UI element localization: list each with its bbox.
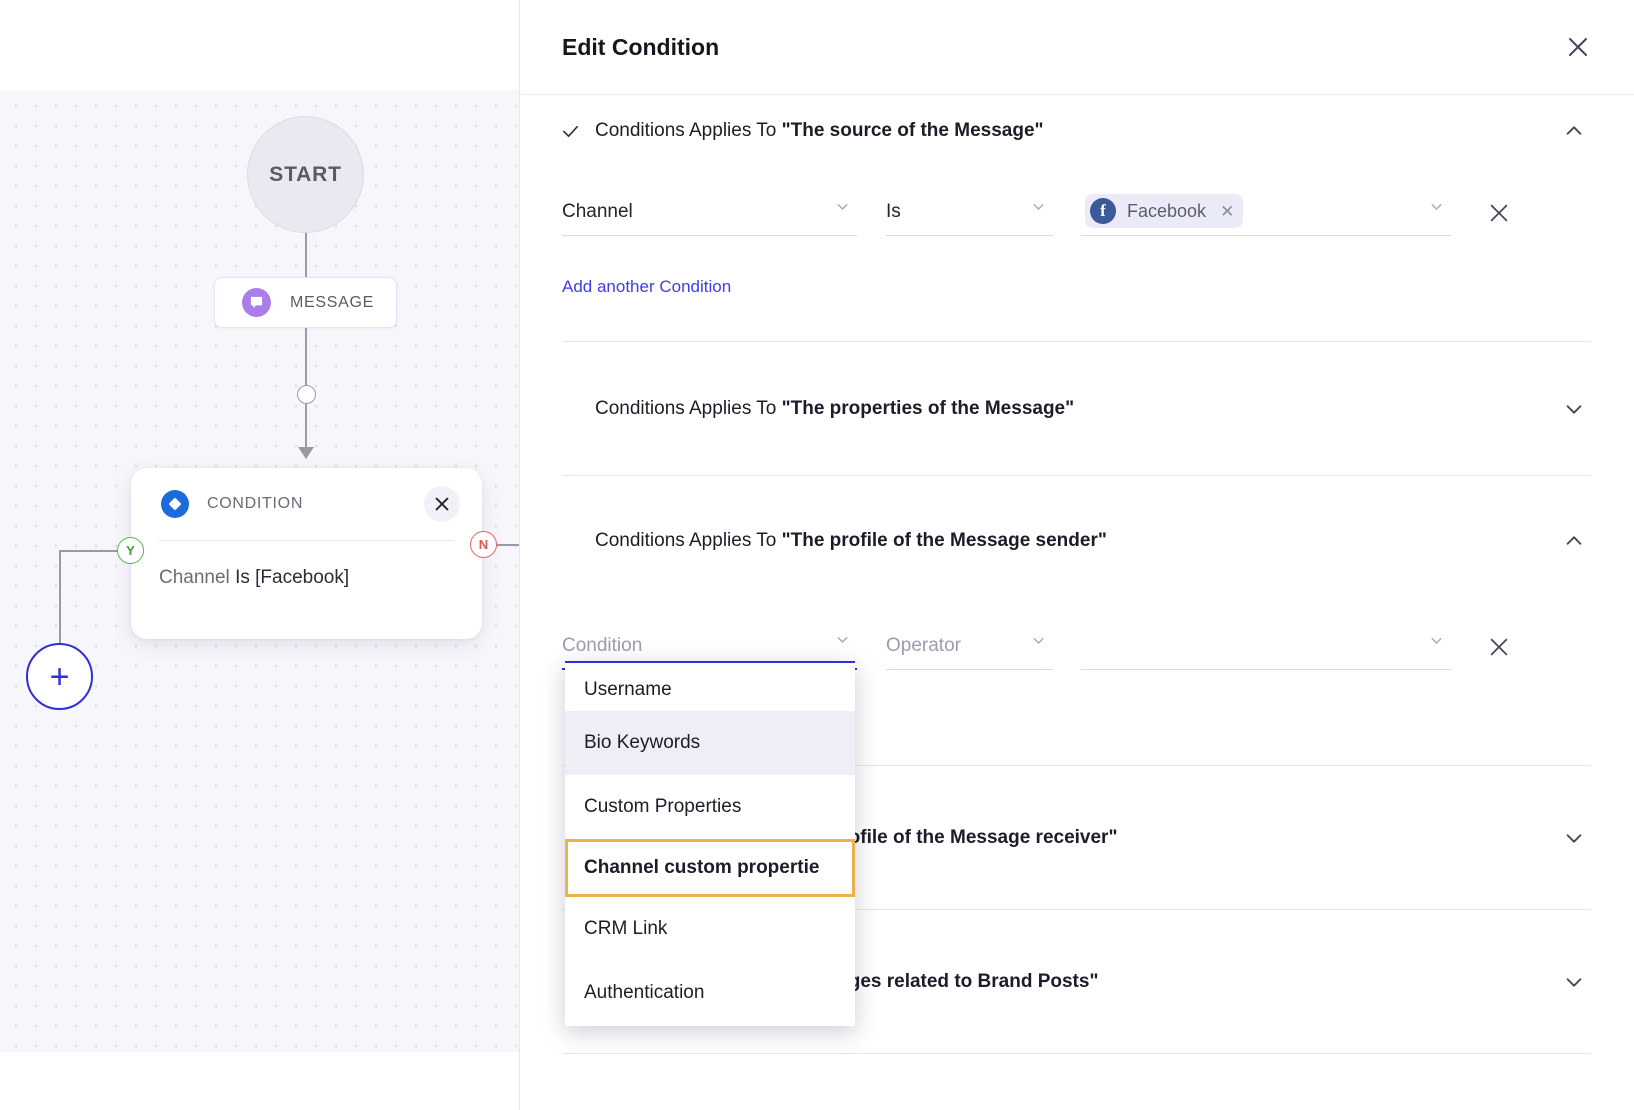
chevron-down-icon bbox=[1030, 632, 1047, 654]
condition-card-title: CONDITION bbox=[207, 495, 304, 512]
condition-row-source: Channel Is f Facebook ✕ bbox=[521, 189, 1634, 236]
close-icon[interactable]: ✕ bbox=[1220, 203, 1234, 220]
channel-chip-facebook[interactable]: f Facebook ✕ bbox=[1085, 194, 1244, 228]
chevron-down-icon bbox=[1030, 198, 1047, 220]
flow-connector-dot[interactable] bbox=[297, 385, 316, 404]
add-node-button[interactable]: + bbox=[26, 643, 93, 710]
field-select-channel[interactable]: Channel bbox=[562, 189, 857, 236]
check-icon bbox=[562, 123, 595, 140]
section-target: "The profile of the Message sender" bbox=[781, 529, 1107, 551]
dropdown-option-label: Username bbox=[584, 679, 672, 700]
remove-condition-row-source[interactable] bbox=[1451, 201, 1511, 236]
section-prefix: Conditions Applies To bbox=[595, 397, 782, 419]
plus-icon: + bbox=[49, 657, 70, 696]
port-no-label: N bbox=[478, 537, 489, 552]
chevron-down-icon bbox=[834, 198, 851, 220]
dropdown-option-crm-link[interactable]: CRM Link bbox=[565, 897, 855, 961]
chevron-down-icon[interactable] bbox=[1557, 827, 1591, 849]
app-root: START MESSAGE CONDITION Channel Is [Face… bbox=[0, 0, 1634, 1110]
chevron-down-icon bbox=[1428, 632, 1445, 654]
section-properties-of-message: Conditions Applies To "The properties of… bbox=[521, 342, 1634, 475]
dropdown-option-authentication[interactable]: Authentication bbox=[565, 961, 855, 1025]
condition-summary-field: Channel bbox=[159, 567, 236, 588]
section-divider-5 bbox=[562, 1053, 1591, 1054]
flow-canvas-pane: START MESSAGE CONDITION Channel Is [Face… bbox=[0, 0, 520, 1110]
section-header-properties[interactable]: Conditions Applies To "The properties of… bbox=[562, 342, 1591, 475]
condition-options-dropdown[interactable]: Username Bio Keywords Custom Properties … bbox=[565, 661, 855, 1026]
start-node-label: START bbox=[269, 162, 342, 186]
flow-node-start[interactable]: START bbox=[247, 116, 364, 233]
dropdown-option-label: Authentication bbox=[584, 982, 705, 1003]
value-select-channels[interactable]: f Facebook ✕ bbox=[1081, 189, 1451, 236]
section-label-sender: Conditions Applies To "The profile of th… bbox=[595, 530, 1557, 552]
value-select-empty[interactable] bbox=[1081, 623, 1451, 670]
port-yes-label: Y bbox=[126, 543, 135, 558]
chevron-down-icon bbox=[834, 631, 851, 653]
section-source-of-message: Conditions Applies To "The source of the… bbox=[521, 95, 1634, 167]
section-prefix: Conditions Applies To bbox=[595, 529, 782, 551]
section-target: "The source of the Message" bbox=[781, 120, 1044, 141]
condition-summary-rest: Is [Facebook] bbox=[235, 567, 350, 588]
chevron-down-icon[interactable] bbox=[1557, 971, 1591, 993]
condition-port-yes[interactable]: Y bbox=[117, 537, 144, 564]
section-header-sender[interactable]: Conditions Applies To "The profile of th… bbox=[562, 476, 1591, 605]
panel-header: Edit Condition bbox=[521, 0, 1634, 95]
flow-node-condition[interactable]: CONDITION Channel Is [Facebook] bbox=[131, 468, 482, 639]
section-target: "The properties of the Message" bbox=[781, 397, 1075, 419]
chevron-down-icon bbox=[1428, 198, 1445, 220]
dropdown-option-username[interactable]: Username bbox=[565, 663, 855, 711]
close-icon bbox=[1490, 638, 1508, 656]
field-select-value: Channel bbox=[562, 201, 633, 222]
flow-arrow-head-icon bbox=[298, 447, 314, 459]
field-select-placeholder: Condition bbox=[562, 634, 643, 656]
dropdown-option-label: Channel custom propertie bbox=[584, 857, 820, 878]
flow-node-message[interactable]: MESSAGE bbox=[214, 277, 397, 328]
dropdown-option-bio-keywords[interactable]: Bio Keywords bbox=[565, 711, 855, 775]
section-prefix: Conditions Applies To bbox=[595, 120, 782, 141]
condition-card-summary: Channel Is [Facebook] bbox=[131, 541, 482, 589]
message-node-label: MESSAGE bbox=[290, 293, 375, 311]
close-icon[interactable] bbox=[424, 486, 460, 522]
condition-port-no[interactable]: N bbox=[470, 531, 497, 558]
page-title: Edit Condition bbox=[562, 33, 720, 60]
dropdown-option-channel-custom-properties[interactable]: Channel custom propertie bbox=[565, 839, 855, 897]
chevron-up-icon[interactable] bbox=[1557, 530, 1591, 552]
line-yes-branch-vertical bbox=[59, 550, 61, 645]
line-yes-branch-horizontal bbox=[59, 550, 119, 552]
line-start-to-message bbox=[305, 232, 307, 278]
section-profile-of-sender: Conditions Applies To "The profile of th… bbox=[521, 476, 1634, 605]
dropdown-option-label: Custom Properties bbox=[584, 796, 742, 817]
facebook-icon: f bbox=[1090, 198, 1116, 224]
condition-card-header: CONDITION bbox=[131, 468, 482, 540]
close-icon[interactable] bbox=[1565, 34, 1591, 60]
operator-select-is[interactable]: Is bbox=[886, 189, 1053, 236]
line-no-branch bbox=[496, 544, 519, 546]
section-label-properties: Conditions Applies To "The properties of… bbox=[595, 398, 1557, 420]
operator-select-placeholder-field[interactable]: Operator bbox=[886, 623, 1053, 670]
chevron-up-icon[interactable] bbox=[1557, 120, 1591, 142]
chat-bubble-icon bbox=[242, 288, 271, 317]
dropdown-option-custom-properties[interactable]: Custom Properties bbox=[565, 775, 855, 839]
diamond-icon bbox=[161, 490, 189, 518]
channel-chip-label: Facebook bbox=[1127, 200, 1207, 221]
add-another-condition-link[interactable]: Add another Condition bbox=[521, 277, 1634, 297]
section-label-source: Conditions Applies To "The source of the… bbox=[595, 120, 1557, 142]
add-another-condition-label: Add another Condition bbox=[562, 277, 732, 296]
chevron-down-icon[interactable] bbox=[1557, 398, 1591, 420]
section-header-source[interactable]: Conditions Applies To "The source of the… bbox=[562, 95, 1591, 167]
dropdown-option-label: Bio Keywords bbox=[584, 732, 701, 753]
close-icon bbox=[1490, 204, 1508, 222]
operator-select-value: Is bbox=[886, 201, 901, 222]
remove-condition-row-sender[interactable] bbox=[1451, 635, 1511, 670]
dropdown-option-label: CRM Link bbox=[584, 918, 668, 939]
operator-select-placeholder: Operator bbox=[886, 635, 961, 656]
